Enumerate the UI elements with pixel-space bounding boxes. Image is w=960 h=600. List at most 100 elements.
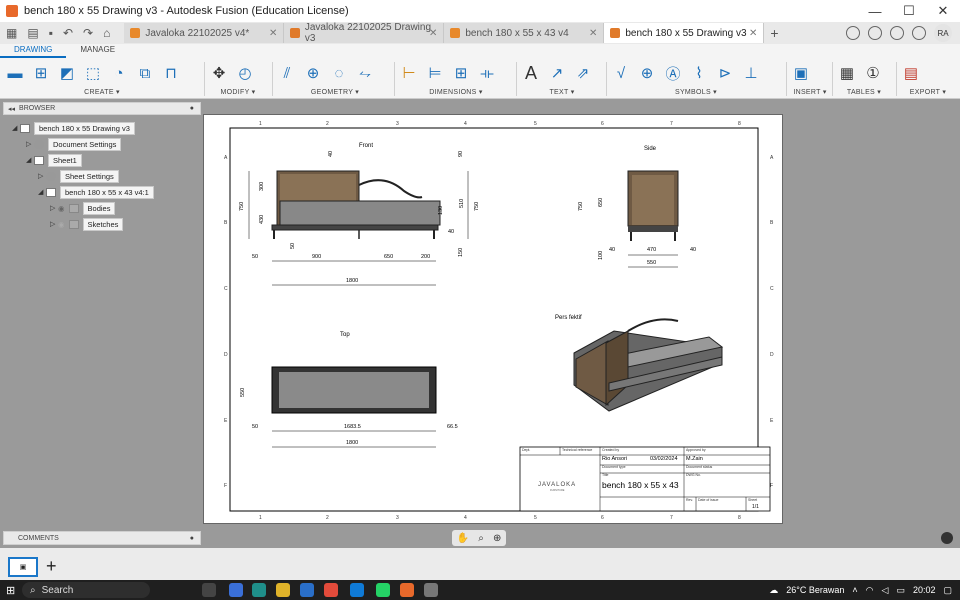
edge-icon[interactable] [252,583,266,597]
volume-icon[interactable]: ◁ [882,585,889,596]
create-menu[interactable]: CREATE ▾ [4,88,200,96]
weather-icon[interactable]: ☁ [769,585,778,596]
center-mark-icon[interactable]: ⊕ [302,62,324,84]
text-icon[interactable]: A [520,62,542,84]
baseline-icon[interactable]: ⊞ [450,62,472,84]
modify-menu[interactable]: MODIFY ▾ [208,88,268,96]
notifications-icon[interactable] [890,26,904,40]
center-pattern-icon[interactable]: ◌ [328,62,350,84]
projected-view-icon[interactable]: ⊞ [30,62,52,84]
datum-icon[interactable]: Ⓐ [662,62,684,84]
sheet-thumbnail[interactable]: ▣ [8,557,38,577]
battery-icon[interactable]: ▭ [896,585,905,596]
extensions-icon[interactable] [846,26,860,40]
export-menu[interactable]: EXPORT ▾ [900,88,956,96]
eye-icon[interactable]: ◉ [58,204,65,213]
dimension-icon[interactable]: ⊢ [398,62,420,84]
table-icon[interactable]: ▦ [836,62,858,84]
tree-item-drawing[interactable]: ◢ bench 180 x 55 Drawing v3 [12,121,135,135]
move-view-icon[interactable]: ⧉ [134,62,156,84]
top-view[interactable]: Top 550 50 1683.5 66.5 1800 [240,332,458,448]
add-comment-icon[interactable]: ● [190,535,194,542]
app-icon[interactable] [424,583,438,597]
chain-dimension-icon[interactable]: ⟛ [476,62,498,84]
side-view[interactable]: Side 650 750 100 40 470 40 550 [578,146,696,268]
sketch-icon[interactable]: ⊓ [160,62,182,84]
wifi-icon[interactable]: ◠ [866,585,874,596]
section-view-icon[interactable]: ◩ [56,62,78,84]
front-view[interactable]: Front 40 90 300 750 430 130 510 750 50 4… [239,143,480,286]
insert-menu[interactable]: INSERT ▾ [790,88,830,96]
insert-image-icon[interactable]: ▣ [790,62,812,84]
weld-icon[interactable]: ⌇ [688,62,710,84]
text-menu[interactable]: TEXT ▾ [520,88,604,96]
comments-panel[interactable]: COMMENTS ● [3,531,201,545]
explorer-icon[interactable] [276,583,290,597]
close-tab-icon[interactable]: ✕ [749,28,757,39]
doc-tab-1[interactable]: Javaloka 22102025 v4* ✕ [124,23,285,43]
tree-item-sheet-settings[interactable]: ▷ Sheet Settings [38,169,119,183]
break-view-icon[interactable]: ◔ [108,62,130,84]
comment-bubble-icon[interactable] [941,532,953,544]
chrome-icon[interactable] [324,583,338,597]
drawing-sheet[interactable]: 1 2 3 4 5 6 7 8 1 2 3 4 5 6 7 8 A B C D … [203,114,783,524]
fusion-taskbar-icon[interactable] [400,583,414,597]
tables-menu[interactable]: TABLES ▾ [836,88,892,96]
job-status-icon[interactable] [868,26,882,40]
windows-start-icon[interactable]: ⊞ [6,584,15,597]
collapse-icon[interactable]: ● [190,105,194,112]
doc-tab-4[interactable]: bench 180 x 55 Drawing v3 ✕ [604,23,765,43]
leader-icon[interactable]: ↗ [546,62,568,84]
browser-panel-header[interactable]: ◂◂ BROWSER ● [3,102,201,115]
tray-chevron-icon[interactable]: ˄ [852,585,857,595]
tree-item-bodies[interactable]: ▷ ◉ Bodies [50,201,116,215]
perspective-view[interactable]: Pers fektif [555,315,724,412]
browser-icon[interactable] [350,583,364,597]
tree-item-sketches[interactable]: ▷ ◉ Sketches [50,217,124,231]
add-sheet-button[interactable]: + [46,556,57,577]
task-view-icon[interactable] [202,583,216,597]
move-icon[interactable]: ✥ [208,62,230,84]
geometry-menu[interactable]: GEOMETRY ▾ [276,88,394,96]
avatar[interactable]: RA [934,24,952,42]
maximize-button[interactable]: ☐ [892,0,926,22]
detail-view-icon[interactable]: ⬚ [82,62,104,84]
note-icon[interactable]: ⇗ [572,62,594,84]
taskbar-search[interactable]: ⌕ Search [22,582,150,598]
symbols-menu[interactable]: SYMBOLS ▾ [610,88,782,96]
zoom-icon[interactable]: ⌕ [478,533,484,544]
doc-tab-3[interactable]: bench 180 x 55 x 43 v4 ✕ [444,23,605,43]
eye-icon[interactable]: ◉ [58,220,65,229]
balloon-icon[interactable]: ① [862,62,884,84]
file-icon[interactable]: ▤ [27,26,38,40]
taper-icon[interactable]: ⊳ [714,62,736,84]
redo-icon[interactable]: ↷ [83,26,93,40]
whatsapp-icon[interactable] [376,583,390,597]
tab-drawing[interactable]: DRAWING [0,44,67,58]
pan-icon[interactable]: ✋ [457,533,469,544]
help-icon[interactable] [912,26,926,40]
grid-menu-icon[interactable]: ▦ [6,26,17,40]
close-tab-icon[interactable]: ✕ [429,28,437,39]
minimize-button[interactable]: — [858,0,892,22]
rotate-icon[interactable]: ◴ [234,62,256,84]
feature-control-icon[interactable]: ⊕ [636,62,658,84]
files-icon[interactable] [229,583,243,597]
tree-item-document-settings[interactable]: ▷ Document Settings [26,137,122,151]
edge-extension-icon[interactable]: ⥊ [354,62,376,84]
notification-icon[interactable]: ▢ [943,585,952,596]
tree-item-sheet1[interactable]: ◢ Sheet1 [26,153,82,167]
base-view-icon[interactable]: ▬ [4,62,26,84]
save-icon[interactable]: ▪ [49,26,53,40]
new-tab-button[interactable]: + [770,25,778,41]
tree-item-view[interactable]: ◢ bench 180 x 55 x 43 v4:1 [38,185,154,199]
close-tab-icon[interactable]: ✕ [589,28,597,39]
close-tab-icon[interactable]: ✕ [269,28,277,39]
datum-target-icon[interactable]: ⊥ [740,62,762,84]
clock[interactable]: 20:02 [913,585,936,595]
ordinate-icon[interactable]: ⊨ [424,62,446,84]
tab-manage[interactable]: MANAGE [66,44,129,58]
close-button[interactable]: ✕ [926,0,960,22]
outlook-icon[interactable] [300,583,314,597]
home-icon[interactable]: ⌂ [103,26,110,40]
